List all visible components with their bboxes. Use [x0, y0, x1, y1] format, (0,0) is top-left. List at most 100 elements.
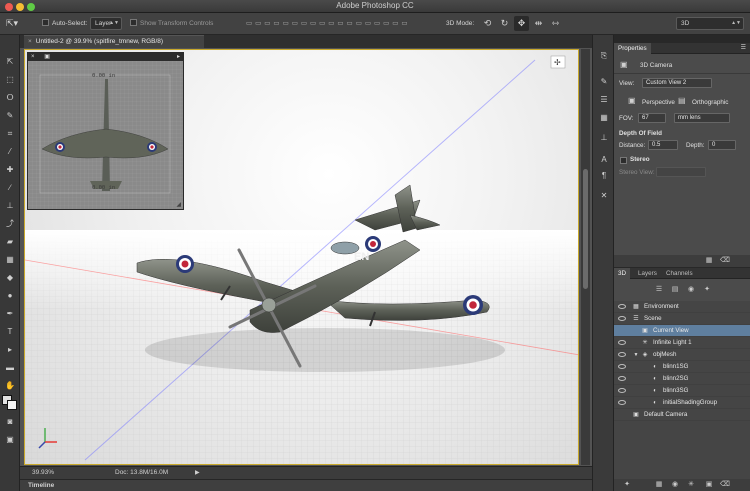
lens-dropdown[interactable]: mm lens: [674, 113, 730, 123]
orbit-icon[interactable]: ⟲: [480, 16, 495, 31]
history-panel-icon[interactable]: ⎘: [597, 49, 611, 62]
filter-scene-icon[interactable]: ☰: [654, 286, 664, 294]
new-mesh-icon[interactable]: ▦: [654, 481, 664, 489]
zoom-level[interactable]: 39.93%: [32, 467, 54, 479]
perspective-icon[interactable]: ▣: [628, 96, 636, 105]
screen-mode-icon[interactable]: ▣: [3, 433, 17, 446]
visibility-eye-icon[interactable]: [618, 316, 626, 321]
workspace-dropdown[interactable]: 3D ▲▼: [676, 17, 744, 30]
view-dropdown[interactable]: Custom View 2: [642, 78, 712, 88]
list-item-initial-shading-group[interactable]: ◐ initialShadingGroup: [614, 397, 750, 409]
visibility-eye-icon[interactable]: [618, 340, 626, 345]
visibility-eye-icon[interactable]: [618, 400, 626, 405]
tab-layers[interactable]: Layers: [634, 268, 661, 279]
visibility-eye-icon[interactable]: [618, 376, 626, 381]
tab-properties[interactable]: Properties: [614, 43, 651, 54]
delete-icon[interactable]: ⌫: [720, 257, 730, 265]
new-layer-icon[interactable]: ▣: [704, 481, 714, 489]
secondary-view-close-icon[interactable]: ×: [31, 54, 35, 60]
adjustments-icon[interactable]: ☰: [597, 93, 611, 106]
hand-tool-icon[interactable]: ✋: [3, 379, 17, 392]
zoom-3d-icon[interactable]: ⇿: [548, 16, 563, 31]
render-icon[interactable]: ◉: [670, 481, 680, 489]
tool-presets-icon[interactable]: ✕: [597, 189, 611, 202]
eraser-tool-icon[interactable]: ▰: [3, 235, 17, 248]
depth-field[interactable]: 0: [708, 140, 736, 150]
background-color-swatch[interactable]: [7, 400, 17, 410]
secondary-view[interactable]: × ▣ ▸ 0.00 in 0.00 in ◢: [27, 52, 184, 210]
add-light-icon[interactable]: ✦: [622, 481, 632, 489]
actions-icon[interactable]: ▦: [597, 111, 611, 124]
show-transform-checkbox[interactable]: Show Transform Controls: [130, 17, 213, 30]
list-item-infinite-light[interactable]: ✳ Infinite Light 1: [614, 337, 750, 349]
fov-field[interactable]: 67: [638, 113, 666, 123]
crop-tool-icon[interactable]: ⌗: [3, 127, 17, 140]
move-tool-icon[interactable]: ⇱▾: [6, 17, 18, 30]
panel-menu-icon[interactable]: ☰: [741, 43, 746, 54]
move-tool-icon[interactable]: ⇱: [3, 55, 17, 68]
list-item-blinn3sg[interactable]: ◐ blinn3SG: [614, 385, 750, 397]
scroll-thumb[interactable]: [583, 169, 588, 289]
tab-close-icon[interactable]: ×: [28, 38, 32, 45]
clone-source-icon[interactable]: ⊥: [597, 131, 611, 144]
filter-lights-icon[interactable]: ✦: [702, 286, 712, 294]
tab-channels[interactable]: Channels: [662, 268, 697, 279]
eyedropper-tool-icon[interactable]: ⁄: [3, 145, 17, 158]
filter-materials-icon[interactable]: ◉: [686, 286, 696, 294]
render-icon[interactable]: ▦: [704, 257, 714, 265]
visibility-eye-icon[interactable]: [618, 364, 626, 369]
shape-tool-icon[interactable]: ▬: [3, 361, 17, 374]
visibility-eye-icon[interactable]: [618, 388, 626, 393]
gradient-tool-icon[interactable]: ▦: [3, 253, 17, 266]
perspective-label[interactable]: Perspective: [642, 99, 675, 106]
list-item-objmesh[interactable]: ▼ ◈ objMesh: [614, 349, 750, 361]
orthographic-label[interactable]: Orthographic: [692, 99, 728, 106]
stamp-tool-icon[interactable]: ⊥: [3, 199, 17, 212]
auto-select-checkbox[interactable]: Auto-Select:: [42, 17, 87, 30]
list-item-default-camera[interactable]: ▣ Default Camera: [614, 409, 750, 421]
distance-field[interactable]: 0.5: [648, 140, 678, 150]
3d-canvas[interactable]: EN ✢ × ▣ ▸ 0.00 in 0.00 in ◢: [24, 49, 579, 465]
character-panel-icon[interactable]: A: [597, 153, 611, 166]
secondary-view-camera-icon[interactable]: ▣: [44, 54, 50, 60]
timeline-panel[interactable]: Timeline: [20, 479, 592, 491]
paragraph-panel-icon[interactable]: ¶: [597, 169, 611, 182]
blur-tool-icon[interactable]: ◆: [3, 271, 17, 284]
marquee-tool-icon[interactable]: ⬚: [3, 73, 17, 86]
lights-icon[interactable]: ✳: [686, 481, 696, 489]
vertical-scrollbar[interactable]: [581, 49, 590, 465]
camera-view-icon[interactable]: ✢: [550, 55, 566, 69]
auto-select-dropdown[interactable]: Layer ▲▼: [90, 17, 122, 30]
roll-icon[interactable]: ↻: [497, 16, 512, 31]
filter-meshes-icon[interactable]: ▤: [670, 286, 680, 294]
status-menu-icon[interactable]: ▶: [195, 467, 200, 479]
resize-grip-icon[interactable]: ◢: [176, 201, 181, 208]
dodge-tool-icon[interactable]: ●: [3, 289, 17, 302]
brush-tool-icon[interactable]: ∕: [3, 181, 17, 194]
visibility-eye-icon[interactable]: [618, 352, 626, 357]
quick-select-tool-icon[interactable]: ✎: [3, 109, 17, 122]
pan-icon[interactable]: ✥: [514, 16, 529, 31]
type-tool-icon[interactable]: T: [3, 325, 17, 338]
visibility-eye-icon[interactable]: [618, 304, 626, 309]
delete-icon[interactable]: ⌫: [720, 481, 730, 489]
document-tab[interactable]: × Untitled-2 @ 39.9% (spitfire_tmnew, RGB…: [24, 35, 204, 48]
secondary-view-menu-icon[interactable]: ▸: [177, 53, 180, 61]
list-item-environment[interactable]: ▦ Environment: [614, 301, 750, 313]
align-icons[interactable]: ▭▭▭▭▭▭▭▭▭▭▭▭▭▭▭▭▭▭: [246, 17, 411, 30]
stereo-checkbox[interactable]: [620, 157, 627, 164]
list-item-blinn1sg[interactable]: ◐ blinn1SG: [614, 361, 750, 373]
slide-icon[interactable]: ⇹: [531, 16, 546, 31]
list-item-blinn2sg[interactable]: ◐ blinn2SG: [614, 373, 750, 385]
healing-tool-icon[interactable]: ✚: [3, 163, 17, 176]
history-brush-tool-icon[interactable]: ⤴: [3, 217, 17, 230]
quick-mask-icon[interactable]: ◙: [3, 415, 17, 428]
brush-preset-icon[interactable]: ✎: [597, 75, 611, 88]
pen-tool-icon[interactable]: ✒: [3, 307, 17, 320]
list-item-current-view[interactable]: ▣ Current View: [614, 325, 750, 337]
orthographic-icon[interactable]: ▤: [678, 96, 686, 105]
tab-3d[interactable]: 3D: [614, 268, 631, 279]
list-item-scene[interactable]: ☰ Scene: [614, 313, 750, 325]
path-select-tool-icon[interactable]: ▸: [3, 343, 17, 356]
lasso-tool-icon[interactable]: ⵔ: [3, 91, 17, 104]
